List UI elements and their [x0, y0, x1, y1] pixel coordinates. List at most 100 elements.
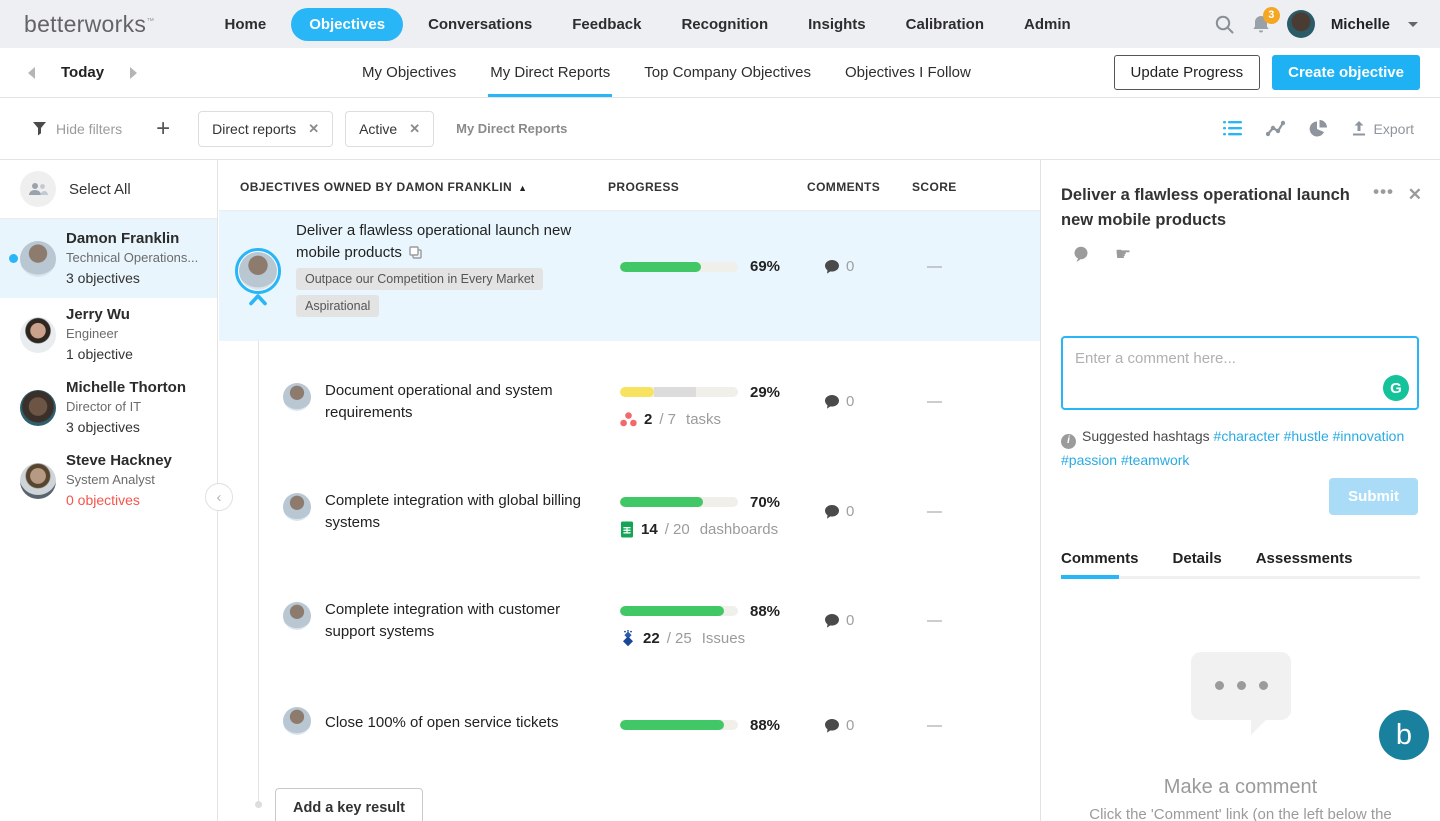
filter-bar: Hide filters + Direct reports ✕ Active ✕… [0, 98, 1440, 160]
tab-details[interactable]: Details [1173, 550, 1222, 567]
grammarly-icon[interactable]: G [1383, 375, 1409, 401]
nudge-hand-icon[interactable]: ☛ [1115, 244, 1131, 265]
person-row-steve-hackney[interactable]: Steve Hackney System Analyst 0 objective… [0, 444, 217, 517]
nav-right-controls: 3 Michelle [1214, 6, 1418, 38]
select-all-row[interactable]: Select All [0, 160, 217, 219]
column-header-objectives[interactable]: OBJECTIVES OWNED BY DAMON FRANKLIN ▲ [240, 180, 527, 194]
nav-item-recognition[interactable]: Recognition [666, 8, 783, 41]
copy-icon[interactable] [409, 244, 422, 266]
notifications-bell-icon[interactable]: 3 [1251, 6, 1280, 35]
key-result-row[interactable]: Complete integration with customer suppo… [219, 584, 1040, 694]
integration-status: 2 / 7 tasks [620, 411, 721, 428]
create-objective-button[interactable]: Create objective [1272, 55, 1420, 90]
nav-item-home[interactable]: Home [210, 8, 282, 41]
prev-period-arrow[interactable] [28, 66, 35, 79]
remove-filter-icon[interactable]: ✕ [409, 121, 420, 137]
comment-input[interactable] [1063, 338, 1417, 408]
comment-count: 0 [846, 393, 855, 410]
person-objective-count: 3 objectives [66, 419, 140, 435]
user-menu-caret-icon[interactable] [1408, 21, 1418, 27]
key-result-title[interactable]: Complete integration with global billing… [325, 490, 597, 534]
total-count: / 20 [664, 521, 690, 538]
nav-item-calibration[interactable]: Calibration [891, 8, 999, 41]
selected-indicator-dot [9, 253, 18, 263]
nav-item-objectives[interactable]: Objectives [291, 7, 404, 41]
remove-filter-icon[interactable]: ✕ [308, 121, 319, 137]
search-icon[interactable] [1214, 14, 1235, 35]
filter-chip-direct-reports[interactable]: Direct reports ✕ [198, 110, 334, 147]
comments-cell[interactable]: 0 [824, 717, 854, 734]
pie-chart-view-icon[interactable] [1309, 119, 1327, 138]
progress-percent: 29% [750, 384, 781, 401]
person-objective-count: 1 objective [66, 346, 133, 362]
tab-assessments[interactable]: Assessments [1256, 550, 1353, 567]
total-count: / 25 [666, 630, 692, 647]
filter-context-label: My Direct Reports [456, 121, 568, 136]
sort-ascending-icon: ▲ [518, 183, 528, 193]
tab-top-company-objectives[interactable]: Top Company Objectives [642, 48, 813, 97]
progression-view-icon[interactable] [1265, 120, 1285, 137]
nav-item-feedback[interactable]: Feedback [557, 8, 656, 41]
unit-label: Issues [701, 630, 746, 647]
key-result-title[interactable]: Close 100% of open service tickets [325, 712, 597, 734]
collapse-key-results-icon[interactable] [248, 293, 268, 311]
balloon-comment-icon[interactable] [1073, 246, 1089, 263]
sidebar-collapse-button[interactable]: ‹ [205, 483, 233, 511]
google-sheets-icon [621, 521, 633, 538]
person-row-damon-franklin[interactable]: Damon Franklin Technical Operations... 3… [0, 219, 217, 298]
hashtag-link[interactable]: #character [1214, 428, 1280, 444]
hashtag-link[interactable]: #passion [1061, 452, 1117, 468]
key-result-row[interactable]: Close 100% of open service tickets 88% 0… [219, 693, 1040, 788]
person-role: Engineer [66, 326, 119, 341]
update-progress-button[interactable]: Update Progress [1113, 55, 1261, 90]
empty-state-title: Make a comment [1163, 776, 1318, 798]
nav-item-conversations[interactable]: Conversations [413, 8, 547, 41]
tab-objectives-i-follow[interactable]: Objectives I Follow [843, 48, 973, 97]
export-button[interactable]: Export [1351, 120, 1414, 137]
comments-cell[interactable]: 0 [824, 393, 854, 410]
objective-owner-avatar[interactable] [235, 248, 281, 294]
comment-count: 0 [846, 717, 855, 734]
objective-title[interactable]: Deliver a flawless operational launch ne… [296, 220, 588, 266]
total-count: / 7 [659, 411, 677, 428]
tab-my-direct-reports[interactable]: My Direct Reports [488, 48, 613, 97]
comments-cell[interactable]: 0 [824, 258, 854, 275]
progress-bar [620, 497, 738, 507]
next-period-arrow[interactable] [130, 66, 138, 79]
user-name[interactable]: Michelle [1331, 16, 1390, 33]
person-row-michelle-thorton[interactable]: Michelle Thorton Director of IT 3 object… [0, 371, 217, 444]
progress-bar [620, 720, 738, 730]
hashtag-link[interactable]: #teamwork [1121, 452, 1189, 468]
key-result-title[interactable]: Document operational and system requirem… [325, 380, 597, 424]
list-view-icon[interactable] [1222, 120, 1242, 137]
user-avatar[interactable] [1286, 10, 1315, 38]
close-panel-icon[interactable]: ✕ [1408, 185, 1422, 205]
add-key-result-button[interactable]: Add a key result [275, 788, 424, 821]
nav-item-admin[interactable]: Admin [1009, 8, 1086, 41]
person-row-jerry-wu[interactable]: Jerry Wu Engineer 1 objective [0, 298, 217, 371]
avatar [20, 462, 56, 499]
key-result-title[interactable]: Complete integration with customer suppo… [325, 599, 597, 643]
detail-title: Deliver a flawless operational launch ne… [1061, 186, 1350, 229]
betterworks-chat-button[interactable]: b [1379, 710, 1429, 760]
filter-chip-active[interactable]: Active ✕ [345, 110, 435, 147]
key-result-row[interactable]: Document operational and system requirem… [219, 365, 1040, 475]
comments-cell[interactable]: 0 [824, 612, 854, 629]
column-header-comments: COMMENTS [807, 180, 881, 194]
comments-cell[interactable]: 0 [824, 503, 854, 520]
more-options-icon[interactable]: ••• [1373, 182, 1394, 202]
betterworks-logo[interactable]: betterworks™ [24, 11, 155, 38]
objective-row[interactable]: Deliver a flawless operational launch ne… [219, 211, 1040, 341]
key-result-row[interactable]: Complete integration with global billing… [219, 475, 1040, 585]
hide-filters-toggle[interactable]: Hide filters [32, 121, 122, 137]
submit-comment-button[interactable]: Submit [1329, 478, 1418, 515]
tab-comments[interactable]: Comments [1061, 550, 1139, 567]
hashtag-link[interactable]: #innovation [1333, 428, 1405, 444]
add-filter-button[interactable]: + [156, 116, 170, 140]
owner-avatar [283, 383, 311, 411]
score-cell: — [927, 612, 942, 629]
nav-item-insights[interactable]: Insights [793, 8, 881, 41]
tab-my-objectives[interactable]: My Objectives [360, 48, 458, 97]
hashtag-link[interactable]: #hustle [1284, 428, 1329, 444]
owner-avatar [283, 493, 311, 521]
